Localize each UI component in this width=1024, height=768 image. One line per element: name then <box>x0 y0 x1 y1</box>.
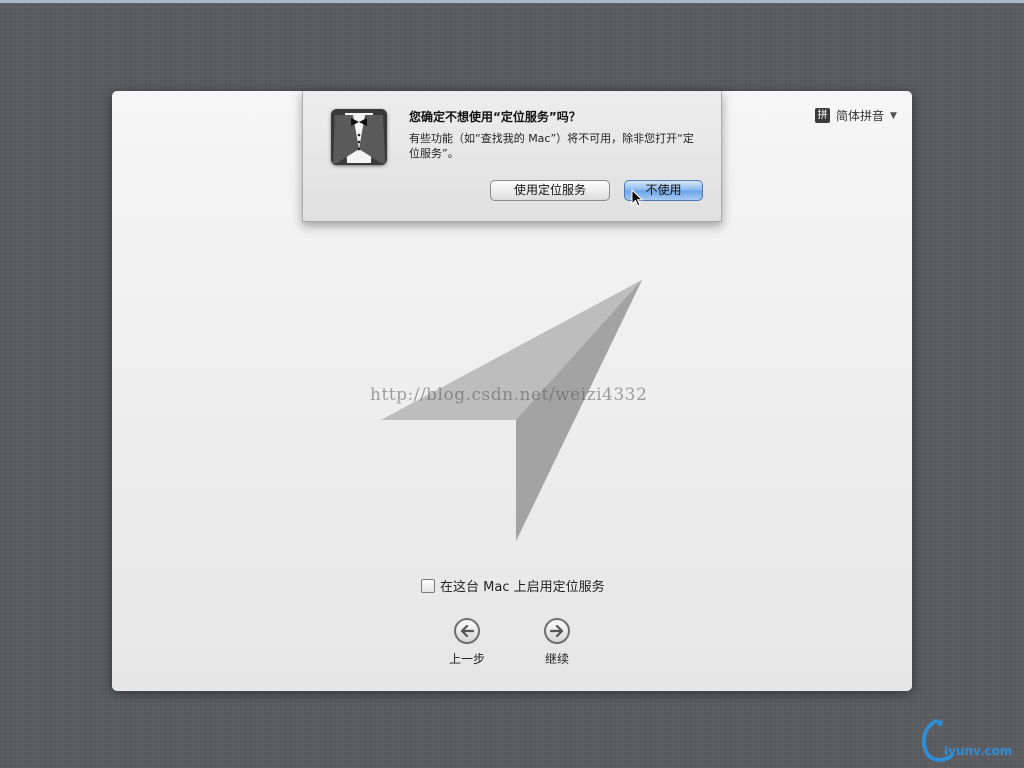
dialog-title: 您确定不想使用“定位服务”吗？ <box>409 110 581 124</box>
continue-button[interactable]: 继续 <box>527 618 587 667</box>
site-logo-text: iyunv.com <box>944 744 1013 758</box>
watermark-text: http://blog.csdn.net/weizi4332 <box>370 385 648 405</box>
back-label: 上一步 <box>448 652 485 666</box>
back-button[interactable]: 上一步 <box>437 618 497 667</box>
left-arrow-icon <box>454 618 480 644</box>
right-arrow-icon <box>544 618 570 644</box>
pinyin-icon: 拼 <box>815 108 830 123</box>
screen-top-edge <box>0 0 1024 3</box>
enable-location-label: 在这台 Mac 上启用定位服务 <box>440 580 605 595</box>
enable-location-row[interactable]: 在这台 Mac 上启用定位服务 <box>421 576 605 595</box>
continue-label: 继续 <box>544 652 569 666</box>
chevron-down-icon: ▼ <box>890 110 897 121</box>
dialog-message: 有些功能（如“查找我的 Mac”）将不可用，除非您打开“定位服务”。 <box>409 132 694 160</box>
enable-location-checkbox[interactable] <box>421 578 435 593</box>
input-method-label: 简体拼音 <box>836 109 885 123</box>
location-arrow-icon <box>381 280 642 541</box>
confirmation-sheet: 您确定不想使用“定位服务”吗？ 有些功能（如“查找我的 Mac”）将不可用，除非… <box>302 91 722 222</box>
use-location-services-button[interactable]: 使用定位服务 <box>490 180 610 201</box>
mouse-cursor-icon <box>631 189 643 207</box>
butler-tuxedo-icon <box>331 109 387 165</box>
input-method-menu[interactable]: 拼 简体拼音 ▼ <box>815 107 897 124</box>
